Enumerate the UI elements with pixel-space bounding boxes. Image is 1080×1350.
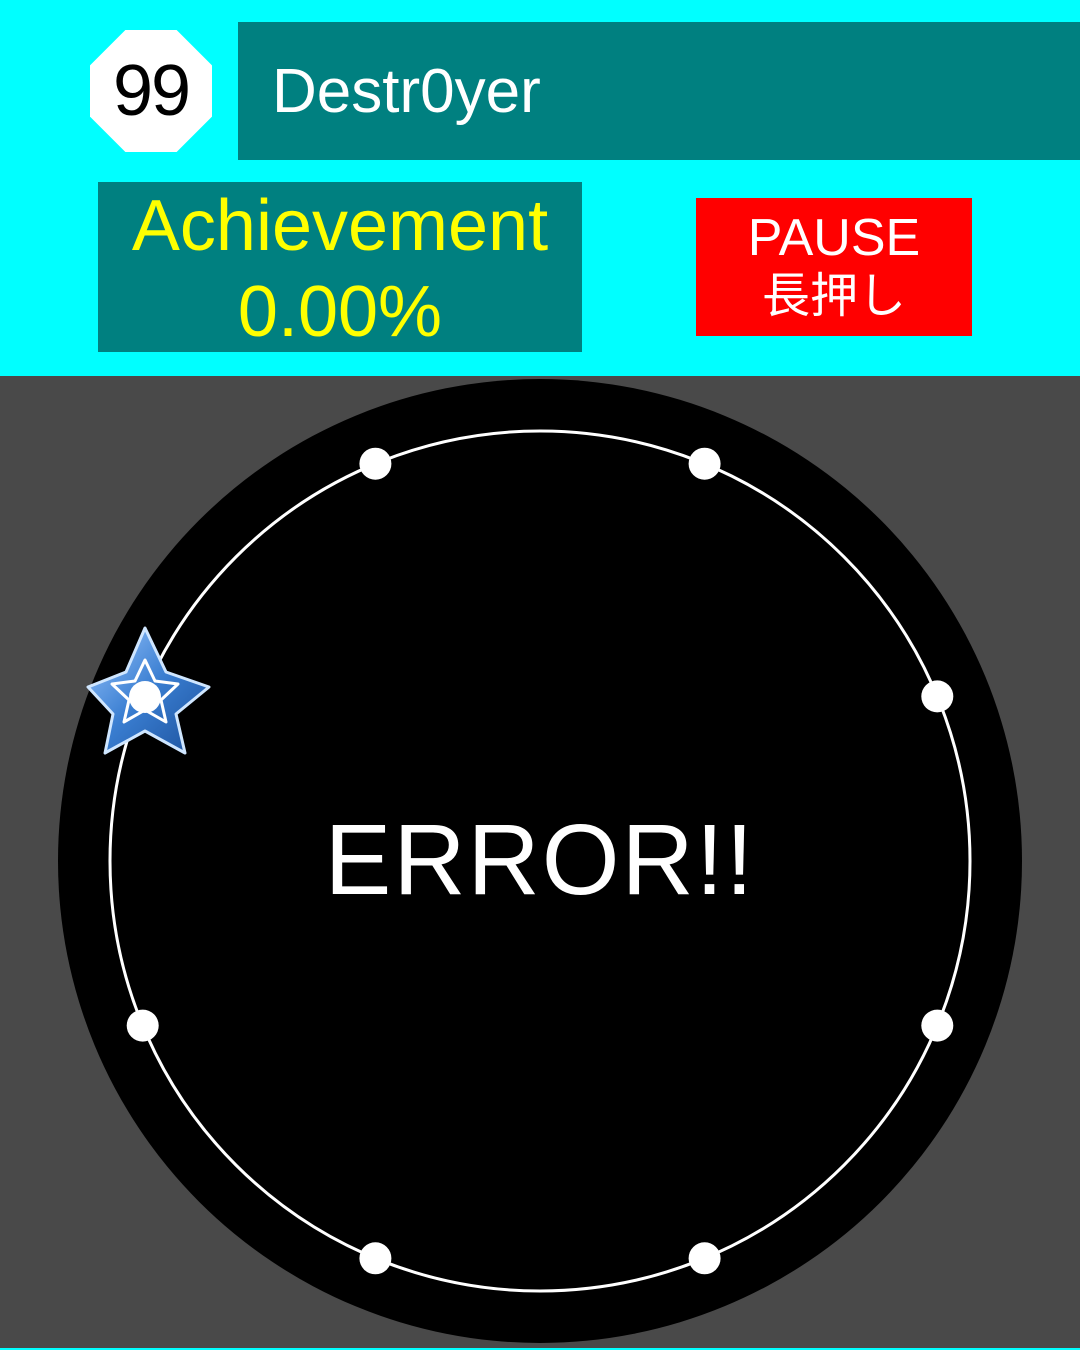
button-3-dot[interactable] (921, 1009, 954, 1042)
button-2-dot[interactable] (921, 680, 954, 713)
button-4-dot[interactable] (688, 1242, 721, 1275)
button-1-dot[interactable] (688, 447, 721, 480)
button-8-dot[interactable] (359, 447, 392, 480)
status-text: ERROR!! (324, 804, 756, 916)
star-center-dot (129, 681, 161, 713)
button-6-dot[interactable] (126, 1009, 159, 1042)
button-5-dot[interactable] (359, 1242, 392, 1275)
play-ring (58, 379, 1022, 1343)
